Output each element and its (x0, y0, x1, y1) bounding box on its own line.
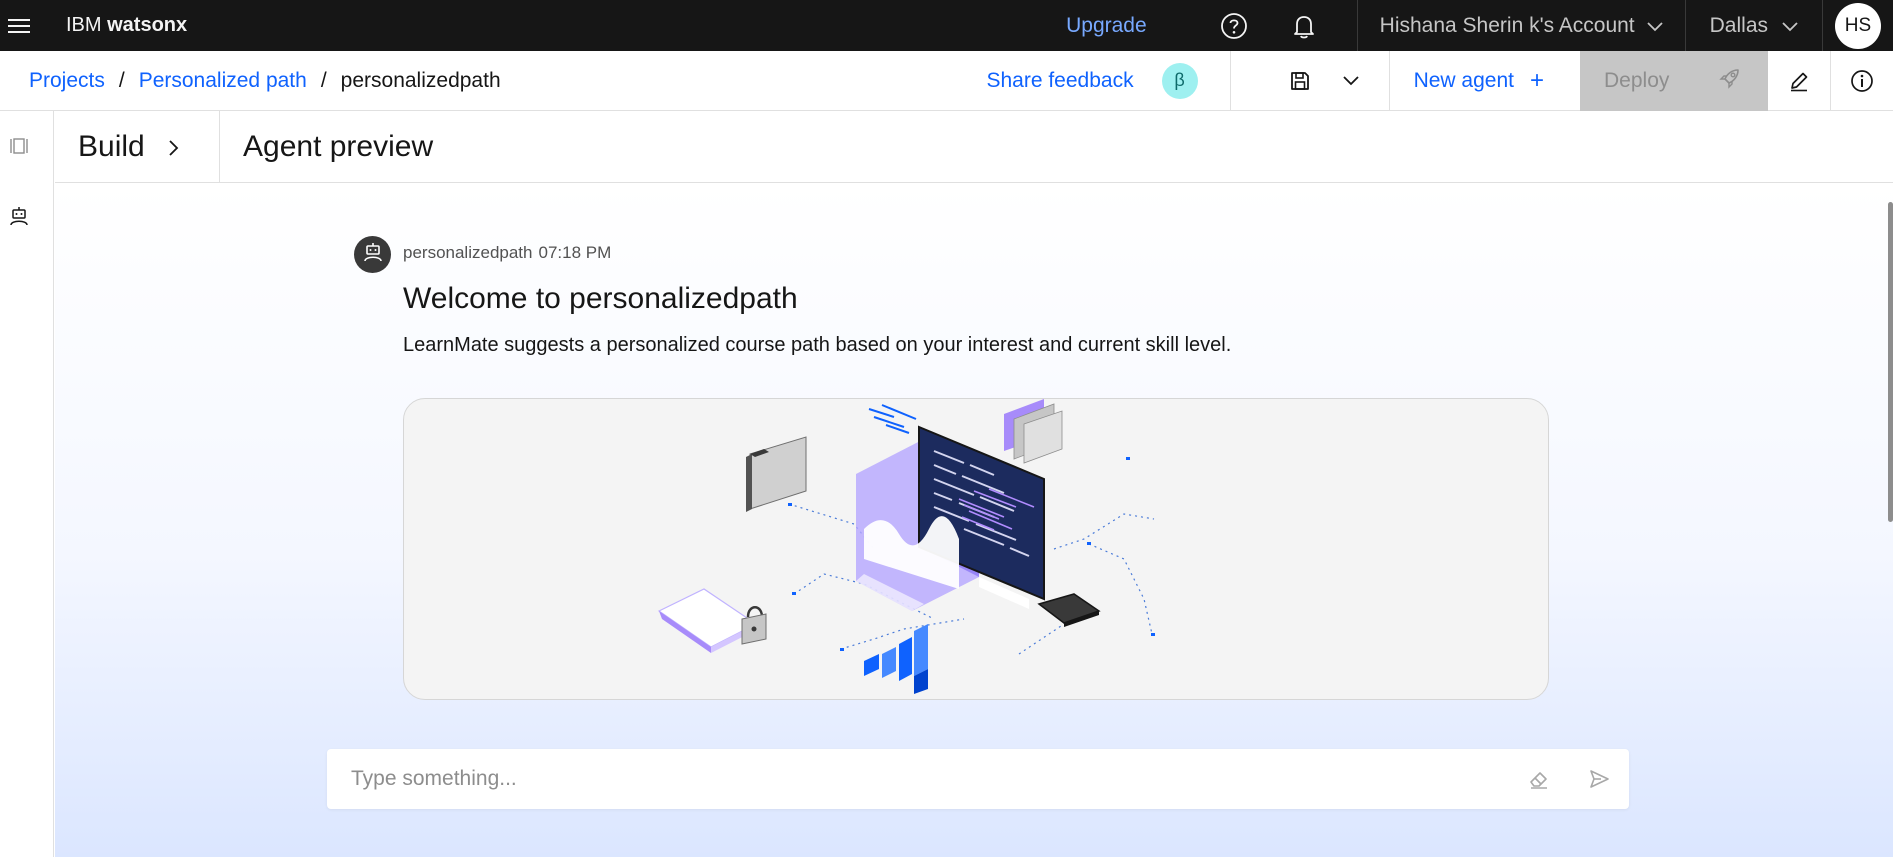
chat-input-bar (327, 749, 1629, 809)
info-icon[interactable] (1831, 51, 1893, 111)
side-panel-toggle-icon[interactable] (4, 131, 34, 161)
welcome-title: Welcome to personalizedpath (403, 282, 798, 315)
left-rail (0, 111, 54, 857)
new-agent-button[interactable]: New agent + (1390, 51, 1580, 111)
bell-icon[interactable] (1287, 9, 1321, 43)
message-time: 07:18 PM (538, 243, 612, 262)
new-agent-label: New agent (1413, 68, 1514, 92)
welcome-illustration (403, 398, 1549, 700)
message-meta: personalizedpath 07:18 PM (403, 243, 611, 263)
breadcrumb-personalized-path[interactable]: Personalized path (139, 69, 307, 93)
project-toolbar: Projects / Personalized path / personali… (0, 50, 1893, 111)
page-title: Agent preview (243, 129, 434, 163)
brand-prefix: IBM (66, 14, 102, 36)
breadcrumb-separator: / (320, 68, 327, 92)
robot-icon (362, 241, 384, 268)
share-feedback-link[interactable]: Share feedback (986, 69, 1133, 93)
help-icon[interactable] (1217, 9, 1251, 43)
account-label: Hishana Sherin k's Account (1379, 13, 1635, 37)
chat-input[interactable] (327, 767, 1509, 791)
book-graphic (657, 588, 758, 653)
divider (1822, 0, 1823, 51)
chevron-down-icon (1782, 14, 1798, 38)
top-navigation-bar: IBM watsonx Upgrade Hishana Sherin k's A… (0, 0, 1893, 51)
save-icon[interactable] (1289, 70, 1311, 92)
message-sender: personalizedpath (403, 243, 533, 262)
file-stack-graphic (1004, 399, 1063, 464)
padlock-graphic (741, 606, 767, 645)
bar-chart-graphic (864, 624, 928, 694)
chevron-down-icon[interactable] (1342, 75, 1359, 86)
scrollbar[interactable] (1887, 184, 1893, 744)
welcome-description: LearnMate suggests a personalized course… (403, 334, 1232, 356)
deploy-label: Deploy (1604, 68, 1670, 92)
save-menu (1231, 51, 1389, 111)
beta-badge: β (1161, 62, 1198, 99)
rocket-icon (1718, 66, 1742, 96)
plus-icon: + (1529, 66, 1544, 94)
agent-avatar (354, 236, 391, 273)
upgrade-link[interactable]: Upgrade (1066, 14, 1147, 38)
tablet-graphic (1037, 593, 1101, 627)
breadcrumb-separator: / (118, 68, 125, 92)
breadcrumb-projects[interactable]: Projects (29, 69, 105, 93)
product-brand[interactable]: IBM watsonx (66, 14, 187, 37)
send-icon[interactable] (1569, 749, 1629, 809)
pencil-icon[interactable] (1768, 51, 1830, 111)
deploy-button[interactable]: Deploy (1580, 50, 1768, 111)
hamburger-menu-icon[interactable] (4, 11, 38, 41)
build-toggle-button[interactable]: Build (55, 110, 220, 183)
robot-icon[interactable] (4, 201, 34, 231)
panel-header: Build Agent preview (55, 110, 1893, 183)
breadcrumb: Projects / Personalized path / personali… (29, 69, 501, 93)
chevron-right-icon (169, 130, 179, 164)
eraser-icon[interactable] (1509, 749, 1569, 809)
region-switcher[interactable]: Dallas (1686, 0, 1822, 51)
account-switcher[interactable]: Hishana Sherin k's Account (1358, 0, 1685, 51)
breadcrumb-current: personalizedpath (340, 68, 501, 92)
region-label: Dallas (1709, 13, 1768, 37)
folder-graphic (746, 436, 807, 512)
brand-name: watsonx (107, 14, 188, 36)
build-label: Build (78, 129, 145, 163)
chevron-down-icon (1647, 14, 1663, 38)
user-avatar[interactable]: HS (1835, 2, 1881, 49)
